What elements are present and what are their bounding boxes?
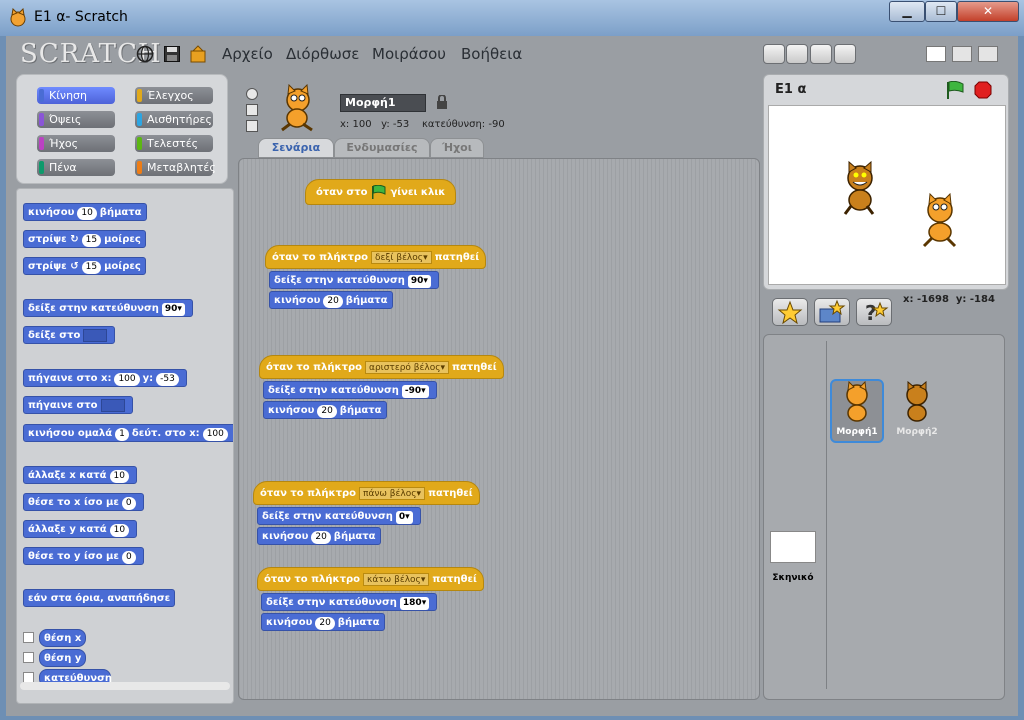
block-move[interactable]: κινήσου 20 βήματα [263,401,387,419]
block-when-key-pressed[interactable]: όταν το πλήκτρο πάνω βέλος▾ πατηθεί [253,481,480,505]
rotate-style-icon[interactable] [246,88,258,100]
block-point-direction[interactable]: δείξε στην κατεύθυνση 0▾ [257,507,421,525]
flip-style-icon[interactable] [246,104,258,116]
category-sound[interactable]: Ήχος [37,135,115,152]
block-turn-left[interactable]: στρίψε ↺ 15 μοίρες [23,257,146,275]
scripts-area[interactable]: όταν στο γίνει κλικ όταν το πλήκτρο δεξί … [238,158,760,700]
sprite1-thumb-image [846,380,868,422]
question-star-icon: ? [865,301,889,325]
stage-canvas[interactable] [768,105,1006,285]
sprite-thumbnail [281,84,313,132]
block-point-direction[interactable]: δείξε στην κατεύθυνση 90▾ [23,299,193,317]
checkbox-x-position[interactable] [23,632,34,643]
small-stage-mode-icon[interactable] [926,46,946,62]
block-when-key-pressed[interactable]: όταν το πλήκτρο αριστερό βέλος▾ πατηθεί [259,355,504,379]
block-point-direction[interactable]: δείξε στην κατεύθυνση -90▾ [263,381,437,399]
category-looks[interactable]: Όψεις [37,111,115,128]
tab-sounds[interactable]: Ήχοι [430,138,484,158]
paint-star-icon [777,300,803,325]
block-point-towards[interactable]: δείξε στο [23,326,116,344]
block-point-direction[interactable]: δείξε στην κατεύθυνση 90▾ [269,271,439,289]
category-pen[interactable]: Πένα [37,159,115,176]
surprise-sprite-button[interactable]: ? [856,298,892,326]
block-glide[interactable]: κινήσου ομαλά 1 δεύτ. στο x: 100 [23,424,233,442]
palette-scrollbar[interactable] [20,682,230,690]
rotate-left-icon: ↺ [70,261,79,272]
svg-text:?: ? [865,301,877,325]
maximize-button[interactable]: ☐ [925,1,957,22]
no-rotate-icon[interactable] [246,120,258,132]
block-move[interactable]: κινήσου 10 βήματα [23,203,147,221]
lock-icon[interactable] [436,95,448,109]
category-sensing[interactable]: Αισθητήρες [135,111,213,128]
minimize-button[interactable]: ▁ [889,1,925,22]
close-button[interactable]: ✕ [957,1,1019,22]
window-titlebar: E1 α- Scratch ▁ ☐ ✕ [0,0,1024,36]
sprite-costume2-on-stage[interactable] [835,160,885,216]
shrink-tool-icon[interactable] [834,44,856,64]
stage-panel: E1 α [763,74,1009,290]
sprite2-thumbnail[interactable] [894,381,940,425]
category-variables[interactable]: Μεταβλητές [135,159,216,176]
menu-share[interactable]: Μοιράσου [372,45,446,63]
block-when-flag-clicked[interactable]: όταν στο γίνει κλικ [305,179,457,205]
block-goto-xy[interactable]: πήγαινε στο x: 100 y: -53 [23,369,187,387]
blocks-palette: κινήσου 10 βήματα στρίψε ↻ 15 μοίρες στρίψε … [16,188,234,704]
block-move[interactable]: κινήσου 20 βήματα [261,613,385,631]
window-title: E1 α- Scratch [34,9,128,25]
tab-scripts[interactable]: Σενάρια [258,138,334,158]
sprites-divider [826,341,827,689]
block-set-x[interactable]: θέσε το x ίσο με 0 [23,493,144,511]
app-frame: SCRATCH Αρχείο Διόρθωσε Μοιράσου Βοήθεια… [6,36,1018,716]
project-title: E1 α [775,82,807,97]
reporter-y-position[interactable]: θέση y [39,649,87,667]
stop-sign-icon[interactable] [974,81,992,99]
block-move[interactable]: κινήσου 20 βήματα [257,527,381,545]
paint-new-sprite-button[interactable] [772,298,808,326]
menu-file[interactable]: Αρχείο [222,45,273,63]
category-operators[interactable]: Τελεστές [135,135,213,152]
reporter-x-position[interactable]: θέση x [39,629,87,647]
menu-edit[interactable]: Διόρθωσε [286,45,359,63]
save-icon[interactable] [163,45,181,63]
sprite-name-field[interactable]: Μορφή1 [340,94,426,112]
block-change-x[interactable]: άλλαξε x κατά 10 [23,466,137,484]
block-change-y[interactable]: άλλαξε y κατά 10 [23,520,138,538]
rotate-right-icon: ↻ [70,234,79,245]
stamp-tool-icon[interactable] [763,44,785,64]
block-when-key-pressed[interactable]: όταν το πλήκτρο δεξί βέλος▾ πατηθεί [265,245,487,269]
menu-help[interactable]: Βοήθεια [461,45,522,63]
category-control[interactable]: Έλεγχος [135,87,213,104]
sprite-costume1-on-stage[interactable] [915,192,965,248]
tab-costumes[interactable]: Ενδυμασίες [334,138,430,158]
block-when-key-pressed[interactable]: όταν το πλήκτρο κάτω βέλος▾ πατηθεί [257,567,484,591]
grow-tool-icon[interactable] [810,44,832,64]
sprites-list-panel: Σκηνικό Μορφή1 Μορφή2 [763,334,1005,700]
scratch-cat-icon [10,8,26,27]
checkbox-y-position[interactable] [23,652,34,663]
sprite2-label: Μορφή2 [896,427,938,437]
block-move[interactable]: κινήσου 20 βήματα [269,291,393,309]
mouse-coordinates: x: -1698 y: -184 [903,294,995,305]
sprite-coordinates: x: 100 y: -53 κατεύθυνση: -90 [340,119,505,130]
block-categories: Κίνηση Έλεγχος Όψεις Αισθητήρες Ήχος Τελ… [16,74,228,184]
stage-thumbnail-label: Σκηνικό [772,573,814,583]
menu-bar: SCRATCH Αρχείο Διόρθωσε Μοιράσου Βοήθεια [6,36,1018,72]
block-point-direction[interactable]: δείξε στην κατεύθυνση 180▾ [261,593,438,611]
green-flag-icon[interactable] [944,81,966,99]
block-bounce[interactable]: εάν στα όρια, αναπήδησε [23,589,176,607]
category-motion[interactable]: Κίνηση [37,87,115,104]
globe-icon[interactable] [136,45,154,63]
choose-sprite-file-button[interactable] [814,298,850,326]
delete-tool-icon[interactable] [786,44,808,64]
green-flag-icon [371,184,386,199]
share-icon[interactable] [189,45,207,63]
block-goto[interactable]: πήγαινε στο [23,396,133,414]
normal-stage-mode-icon[interactable] [952,46,972,62]
folder-star-icon [819,299,846,323]
block-turn-right[interactable]: στρίψε ↻ 15 μοίρες [23,230,146,248]
presentation-mode-icon[interactable] [978,46,998,62]
stage-thumbnail[interactable] [770,531,816,563]
block-set-y[interactable]: θέσε το y ίσο με 0 [23,547,144,565]
